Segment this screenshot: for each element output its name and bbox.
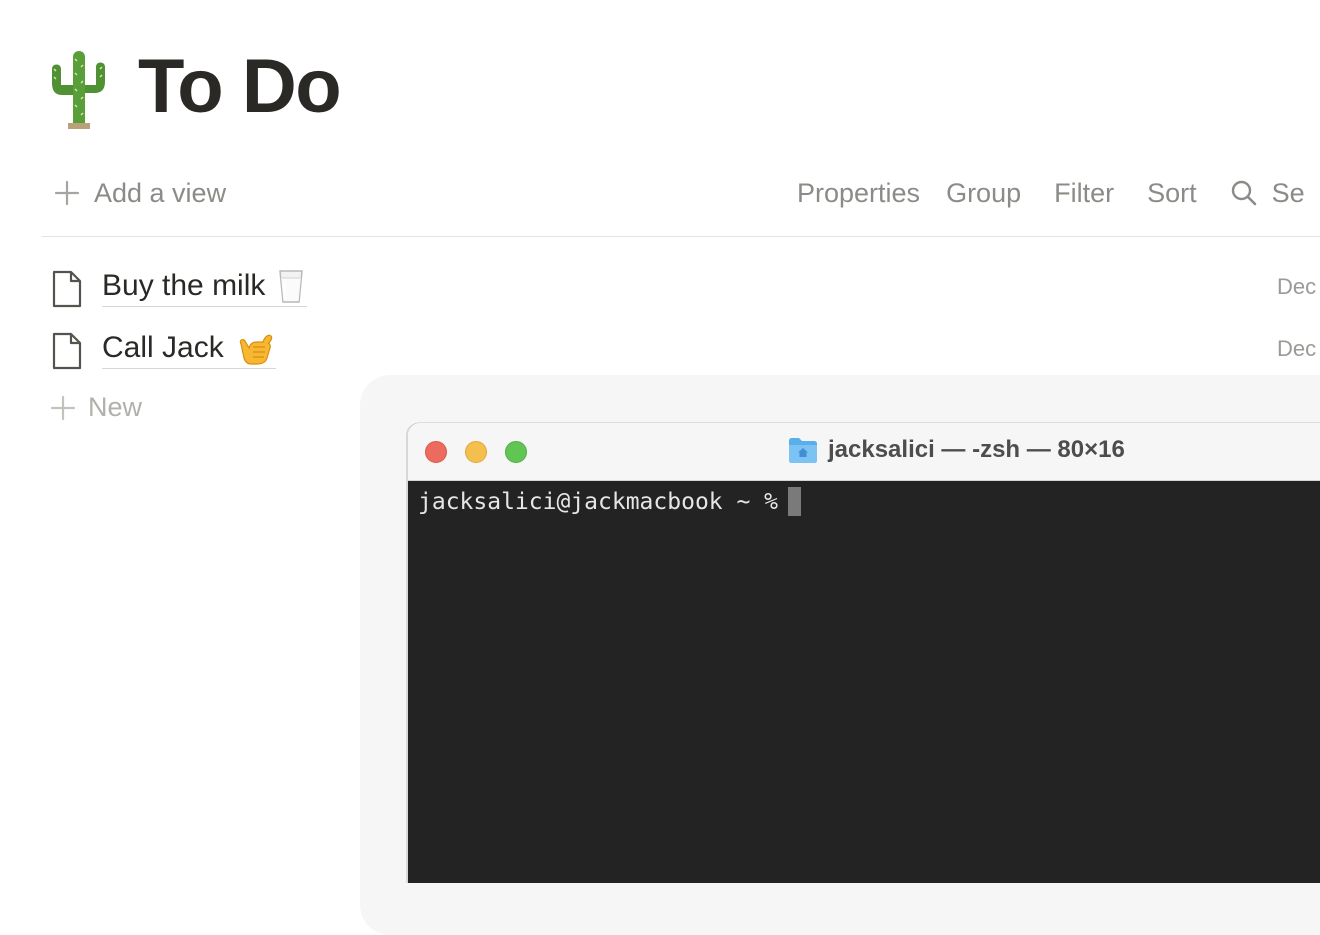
call-me-hand-icon: [239, 334, 272, 365]
home-folder-icon: [789, 438, 817, 463]
toolbar-divider: [42, 236, 1320, 237]
terminal-cursor: [788, 487, 802, 516]
filter-button[interactable]: Filter: [1054, 178, 1114, 209]
page-title[interactable]: To Do: [138, 49, 342, 125]
terminal-window[interactable]: jacksalici — -zsh — 80×16 jacksalici@jac…: [408, 423, 1320, 883]
prompt-text: jacksalici@jackmacbook ~ %: [418, 488, 779, 515]
add-view-button[interactable]: Add a view: [54, 178, 226, 209]
page-icon: [52, 332, 82, 370]
task-date: Dec: [1277, 274, 1317, 299]
search-icon: [1231, 180, 1256, 206]
minimize-button[interactable]: [465, 441, 487, 463]
page-header: To Do: [46, 42, 342, 132]
plus-icon: [50, 395, 76, 420]
toolbar-actions: Properties Group Filter Sort Se: [797, 166, 1305, 220]
list-item[interactable]: Buy the milk Dec: [0, 262, 1320, 320]
list-item[interactable]: Call Jack Dec: [0, 324, 1320, 382]
terminal-title: jacksalici — -zsh — 80×16: [788, 436, 1125, 464]
page-icon: [52, 270, 82, 308]
task-date: Dec: [1277, 336, 1317, 361]
close-button[interactable]: [425, 441, 447, 463]
new-item-label: New: [88, 392, 143, 422]
group-button[interactable]: Group: [946, 178, 1021, 209]
add-view-label: Add a view: [94, 177, 227, 208]
task-title[interactable]: Buy the milk: [102, 268, 308, 307]
terminal-titlebar[interactable]: jacksalici — -zsh — 80×16: [408, 423, 1320, 481]
sort-button[interactable]: Sort: [1147, 178, 1197, 209]
task-title-text: Call Jack: [102, 331, 224, 364]
search-button[interactable]: Se: [1230, 178, 1305, 209]
milk-glass-icon: [279, 270, 304, 303]
task-title-text: Buy the milk: [102, 269, 266, 302]
new-item-button[interactable]: New: [50, 392, 142, 423]
task-title[interactable]: Call Jack: [102, 330, 276, 369]
cactus-icon: [52, 51, 105, 129]
search-label: Se: [1271, 177, 1305, 208]
zoom-button[interactable]: [505, 441, 527, 463]
terminal-prompt[interactable]: jacksalici@jackmacbook ~ %: [418, 487, 802, 516]
plus-icon: [54, 180, 80, 206]
terminal-body[interactable]: jacksalici@jackmacbook ~ %: [408, 481, 1320, 883]
properties-button[interactable]: Properties: [797, 178, 920, 209]
database-toolbar: Add a view Properties Group Filter Sort …: [42, 166, 1320, 220]
terminal-title-text: jacksalici — -zsh — 80×16: [828, 436, 1125, 463]
